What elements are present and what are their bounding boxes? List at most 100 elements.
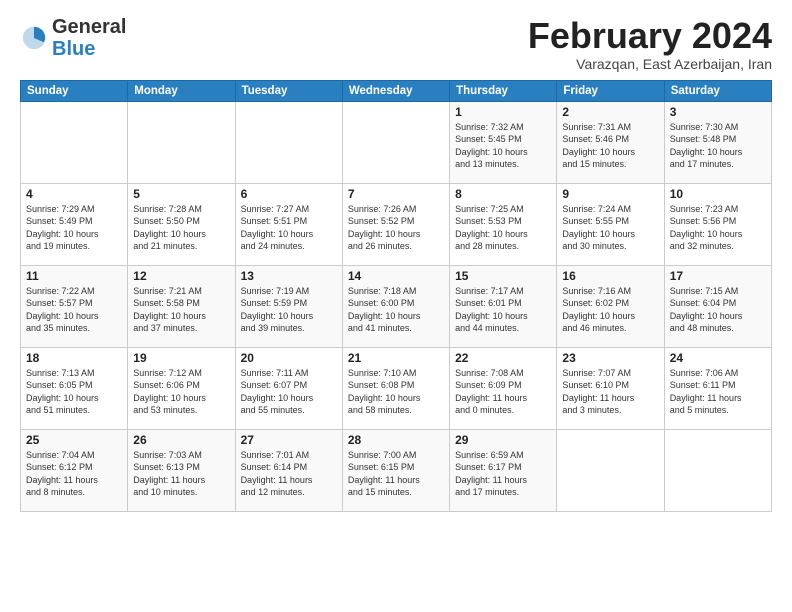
day-number: 29	[455, 433, 551, 447]
weekday-header-tuesday: Tuesday	[235, 80, 342, 101]
calendar-cell: 27Sunrise: 7:01 AM Sunset: 6:14 PM Dayli…	[235, 429, 342, 511]
day-number: 24	[670, 351, 766, 365]
day-info: Sunrise: 7:22 AM Sunset: 5:57 PM Dayligh…	[26, 285, 122, 335]
day-info: Sunrise: 7:27 AM Sunset: 5:51 PM Dayligh…	[241, 203, 337, 253]
weekday-header-row: SundayMondayTuesdayWednesdayThursdayFrid…	[21, 80, 772, 101]
calendar-cell: 1 Sunrise: 7:32 AM Sunset: 5:45 PM Daylig…	[450, 101, 557, 183]
day-info: Sunrise: 7:16 AM Sunset: 6:02 PM Dayligh…	[562, 285, 658, 335]
day-number: 8	[455, 187, 551, 201]
day-number: 9	[562, 187, 658, 201]
calendar-cell	[342, 101, 449, 183]
calendar-cell: 7 Sunrise: 7:26 AM Sunset: 5:52 PM Daylig…	[342, 183, 449, 265]
day-number: 6	[241, 187, 337, 201]
logo-icon	[20, 24, 48, 52]
calendar-cell: 12 Sunrise: 7:21 AM Sunset: 5:58 PM Dayli…	[128, 265, 235, 347]
weekday-header-monday: Monday	[128, 80, 235, 101]
weekday-header-sunday: Sunday	[21, 80, 128, 101]
calendar-cell: 2 Sunrise: 7:31 AM Sunset: 5:46 PM Daylig…	[557, 101, 664, 183]
day-info: Sunrise: 7:21 AM Sunset: 5:58 PM Dayligh…	[133, 285, 229, 335]
day-info: Sunrise: 7:00 AM Sunset: 6:15 PM Dayligh…	[348, 449, 444, 499]
calendar-cell: 19 Sunrise: 7:12 AM Sunset: 6:06 PM Dayli…	[128, 347, 235, 429]
day-info: Sunrise: 7:07 AM Sunset: 6:10 PM Dayligh…	[562, 367, 658, 417]
logo-general: General	[52, 16, 126, 38]
day-number: 2	[562, 105, 658, 119]
day-number: 14	[348, 269, 444, 283]
calendar-cell: 22Sunrise: 7:08 AM Sunset: 6:09 PM Dayli…	[450, 347, 557, 429]
calendar-cell: 6 Sunrise: 7:27 AM Sunset: 5:51 PM Daylig…	[235, 183, 342, 265]
day-number: 23	[562, 351, 658, 365]
day-number: 20	[241, 351, 337, 365]
day-info: Sunrise: 7:12 AM Sunset: 6:06 PM Dayligh…	[133, 367, 229, 417]
calendar-cell: 24 Sunrise: 7:06 AM Sunset: 6:11 PM Dayli…	[664, 347, 771, 429]
logo: General Blue	[20, 16, 126, 60]
day-info: Sunrise: 7:04 AM Sunset: 6:12 PM Dayligh…	[26, 449, 122, 499]
day-info: Sunrise: 7:28 AM Sunset: 5:50 PM Dayligh…	[133, 203, 229, 253]
day-info: Sunrise: 7:26 AM Sunset: 5:52 PM Dayligh…	[348, 203, 444, 253]
calendar-cell: 4 Sunrise: 7:29 AM Sunset: 5:49 PM Daylig…	[21, 183, 128, 265]
calendar-subtitle: Varazqan, East Azerbaijan, Iran	[528, 56, 772, 72]
day-info: Sunrise: 7:15 AM Sunset: 6:04 PM Dayligh…	[670, 285, 766, 335]
calendar-cell	[664, 429, 771, 511]
day-info: Sunrise: 7:19 AM Sunset: 5:59 PM Dayligh…	[241, 285, 337, 335]
day-number: 18	[26, 351, 122, 365]
calendar-cell: 13Sunrise: 7:19 AM Sunset: 5:59 PM Dayli…	[235, 265, 342, 347]
day-info: Sunrise: 7:18 AM Sunset: 6:00 PM Dayligh…	[348, 285, 444, 335]
week-row-3: 11Sunrise: 7:22 AM Sunset: 5:57 PM Dayli…	[21, 265, 772, 347]
week-row-5: 25 Sunrise: 7:04 AM Sunset: 6:12 PM Dayli…	[21, 429, 772, 511]
calendar-title: February 2024	[528, 16, 772, 56]
day-number: 19	[133, 351, 229, 365]
calendar-cell: 15 Sunrise: 7:17 AM Sunset: 6:01 PM Dayli…	[450, 265, 557, 347]
weekday-header-wednesday: Wednesday	[342, 80, 449, 101]
day-info: Sunrise: 7:31 AM Sunset: 5:46 PM Dayligh…	[562, 121, 658, 171]
day-info: Sunrise: 7:17 AM Sunset: 6:01 PM Dayligh…	[455, 285, 551, 335]
calendar-cell: 25 Sunrise: 7:04 AM Sunset: 6:12 PM Dayli…	[21, 429, 128, 511]
day-info: Sunrise: 6:59 AM Sunset: 6:17 PM Dayligh…	[455, 449, 551, 499]
logo-text: General Blue	[52, 16, 126, 60]
day-number: 28	[348, 433, 444, 447]
day-number: 7	[348, 187, 444, 201]
calendar-cell	[235, 101, 342, 183]
day-info: Sunrise: 7:32 AM Sunset: 5:45 PM Dayligh…	[455, 121, 551, 171]
day-number: 15	[455, 269, 551, 283]
page: General Blue February 2024 Varazqan, Eas…	[0, 0, 792, 612]
day-info: Sunrise: 7:06 AM Sunset: 6:11 PM Dayligh…	[670, 367, 766, 417]
calendar-cell: 18 Sunrise: 7:13 AM Sunset: 6:05 PM Dayli…	[21, 347, 128, 429]
calendar-cell	[557, 429, 664, 511]
day-number: 22	[455, 351, 551, 365]
calendar-table: SundayMondayTuesdayWednesdayThursdayFrid…	[20, 80, 772, 512]
day-number: 12	[133, 269, 229, 283]
day-info: Sunrise: 7:10 AM Sunset: 6:08 PM Dayligh…	[348, 367, 444, 417]
week-row-2: 4 Sunrise: 7:29 AM Sunset: 5:49 PM Daylig…	[21, 183, 772, 265]
day-number: 25	[26, 433, 122, 447]
day-number: 17	[670, 269, 766, 283]
calendar-cell: 10Sunrise: 7:23 AM Sunset: 5:56 PM Dayli…	[664, 183, 771, 265]
weekday-header-saturday: Saturday	[664, 80, 771, 101]
day-number: 16	[562, 269, 658, 283]
day-info: Sunrise: 7:01 AM Sunset: 6:14 PM Dayligh…	[241, 449, 337, 499]
day-number: 21	[348, 351, 444, 365]
day-number: 1	[455, 105, 551, 119]
calendar-cell: 16 Sunrise: 7:16 AM Sunset: 6:02 PM Dayli…	[557, 265, 664, 347]
calendar-cell: 8Sunrise: 7:25 AM Sunset: 5:53 PM Daylig…	[450, 183, 557, 265]
day-info: Sunrise: 7:29 AM Sunset: 5:49 PM Dayligh…	[26, 203, 122, 253]
day-info: Sunrise: 7:23 AM Sunset: 5:56 PM Dayligh…	[670, 203, 766, 253]
day-info: Sunrise: 7:30 AM Sunset: 5:48 PM Dayligh…	[670, 121, 766, 171]
header: General Blue February 2024 Varazqan, Eas…	[20, 16, 772, 72]
calendar-cell: 17 Sunrise: 7:15 AM Sunset: 6:04 PM Dayli…	[664, 265, 771, 347]
day-info: Sunrise: 7:13 AM Sunset: 6:05 PM Dayligh…	[26, 367, 122, 417]
calendar-cell: 5Sunrise: 7:28 AM Sunset: 5:50 PM Daylig…	[128, 183, 235, 265]
day-info: Sunrise: 7:24 AM Sunset: 5:55 PM Dayligh…	[562, 203, 658, 253]
calendar-cell	[21, 101, 128, 183]
calendar-cell: 20 Sunrise: 7:11 AM Sunset: 6:07 PM Dayli…	[235, 347, 342, 429]
day-number: 26	[133, 433, 229, 447]
calendar-cell: 14 Sunrise: 7:18 AM Sunset: 6:00 PM Dayli…	[342, 265, 449, 347]
calendar-cell: 3Sunrise: 7:30 AM Sunset: 5:48 PM Daylig…	[664, 101, 771, 183]
calendar-cell: 21 Sunrise: 7:10 AM Sunset: 6:08 PM Dayli…	[342, 347, 449, 429]
calendar-cell: 9 Sunrise: 7:24 AM Sunset: 5:55 PM Daylig…	[557, 183, 664, 265]
day-number: 4	[26, 187, 122, 201]
weekday-header-friday: Friday	[557, 80, 664, 101]
week-row-1: 1 Sunrise: 7:32 AM Sunset: 5:45 PM Daylig…	[21, 101, 772, 183]
calendar-cell: 28 Sunrise: 7:00 AM Sunset: 6:15 PM Dayli…	[342, 429, 449, 511]
day-info: Sunrise: 7:03 AM Sunset: 6:13 PM Dayligh…	[133, 449, 229, 499]
day-info: Sunrise: 7:11 AM Sunset: 6:07 PM Dayligh…	[241, 367, 337, 417]
